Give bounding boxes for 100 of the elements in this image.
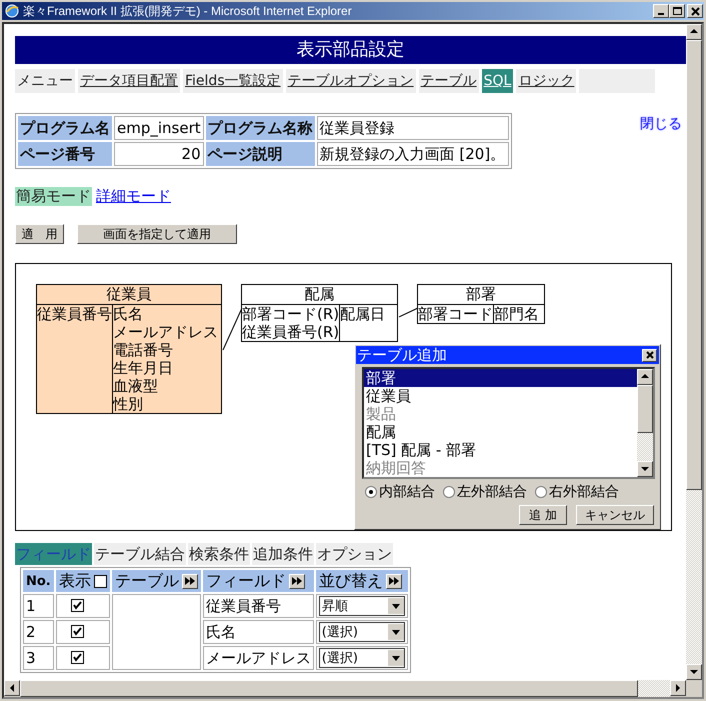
entity-title: 従業員 xyxy=(37,285,221,305)
menu-label: メニュー xyxy=(15,69,75,93)
tab[interactable]: 検索条件 xyxy=(188,543,250,565)
expand-button[interactable] xyxy=(182,574,198,589)
minimize-icon xyxy=(658,13,664,15)
table-cell: 2 xyxy=(23,620,54,644)
tab[interactable]: オプション xyxy=(316,543,393,565)
double-arrow-icon xyxy=(184,576,196,586)
scroll-thumb[interactable] xyxy=(637,385,653,433)
radio-button[interactable] xyxy=(365,486,377,498)
list-scrollbar[interactable] xyxy=(637,369,653,477)
double-arrow-icon xyxy=(290,576,303,586)
field-name: 生年月日 xyxy=(113,359,174,377)
expand-button[interactable] xyxy=(288,574,305,589)
browser-icon xyxy=(4,3,20,19)
scroll-down-button[interactable] xyxy=(637,461,653,477)
field-value: 20 xyxy=(114,142,204,166)
column-label: 並び替え xyxy=(318,570,383,590)
field-label: プログラム名 xyxy=(18,116,112,140)
close-button[interactable] xyxy=(642,348,657,362)
entity-title: 部署 xyxy=(418,285,544,305)
entity-box[interactable]: 配属 部署コード(R) 従業員番号(R) 配属日 xyxy=(241,284,398,342)
tab[interactable]: データ項目配置 xyxy=(78,69,180,93)
field-value: emp_insert xyxy=(114,116,204,140)
field-label: ページ番号 xyxy=(18,142,112,166)
table-cell: 1 xyxy=(23,594,54,618)
table-cell: 従業員番号 xyxy=(202,594,314,618)
list-item[interactable]: [TS] 配属 - 部署 xyxy=(364,441,637,459)
table-cell: 3 xyxy=(23,646,54,670)
maximize-button[interactable] xyxy=(669,4,685,18)
field-value: 新規登録の入力画面 [20]。 xyxy=(316,142,509,166)
radio-label: 左外部結合 xyxy=(457,483,527,501)
field-name: 電話番号 xyxy=(113,341,174,359)
checkbox[interactable] xyxy=(94,574,107,588)
scroll-up-button[interactable] xyxy=(686,24,702,40)
tab[interactable]: Fields一覧設定 xyxy=(183,69,283,93)
apply-button[interactable]: 画面を指定して適用 xyxy=(77,224,237,244)
column-label: フィールド xyxy=(206,570,286,590)
radio-button[interactable] xyxy=(443,486,455,498)
dialog-button[interactable]: キャンセル xyxy=(576,505,654,525)
key-field: 従業員番号(R) xyxy=(242,323,340,341)
close-link[interactable]: 閉じる xyxy=(640,115,682,133)
field-value: 従業員登録 xyxy=(316,116,509,140)
page-header: 表示部品設定 xyxy=(15,36,686,64)
list-item[interactable]: 部署 xyxy=(364,369,637,387)
dialog-button[interactable]: 追 加 xyxy=(519,505,567,525)
scrollbar-corner xyxy=(686,680,702,697)
scroll-up-button[interactable] xyxy=(637,369,653,385)
field-label: プログラム名称 xyxy=(206,116,315,140)
table-cell: 氏名 xyxy=(202,620,314,644)
scroll-down-button[interactable] xyxy=(686,664,702,680)
maximize-icon xyxy=(670,5,684,17)
down-arrow-icon xyxy=(641,465,649,473)
down-arrow-icon xyxy=(690,668,698,676)
checkmark-icon xyxy=(72,600,83,611)
mode-link[interactable]: 簡易モード xyxy=(15,187,92,206)
tab[interactable]: テーブルオプション xyxy=(286,69,416,93)
expand-button[interactable] xyxy=(386,574,402,589)
right-arrow-icon xyxy=(674,684,682,692)
close-icon xyxy=(644,350,656,360)
list-item[interactable]: 従業員 xyxy=(364,387,637,405)
sort-dropdown[interactable]: 昇順 xyxy=(318,596,405,616)
radio-label: 右外部結合 xyxy=(549,483,619,501)
field-name: 血液型 xyxy=(113,377,159,395)
left-arrow-icon xyxy=(8,684,16,692)
vertical-scrollbar[interactable] xyxy=(686,24,702,680)
key-field: 部署コード xyxy=(418,305,493,323)
list-item[interactable]: 配属 xyxy=(364,423,637,441)
scroll-left-button[interactable] xyxy=(4,680,20,696)
field-name: メールアドレス xyxy=(113,323,219,341)
window-title: 楽々Framework II 拡張(開発デモ) - Microsoft Internet Explorer xyxy=(23,2,353,20)
radio-button[interactable] xyxy=(535,486,547,498)
tab[interactable]: ロジック xyxy=(516,69,576,93)
radio-label: 内部結合 xyxy=(379,483,435,501)
sort-dropdown[interactable]: (選択) xyxy=(318,622,405,642)
apply-button[interactable]: 適 用 xyxy=(15,224,64,244)
sort-dropdown[interactable]: (選択) xyxy=(318,648,405,668)
column-label: テーブル xyxy=(114,570,179,590)
scroll-thumb[interactable] xyxy=(686,40,702,490)
scroll-right-button[interactable] xyxy=(670,680,686,696)
tab[interactable]: 追加条件 xyxy=(252,543,314,565)
tab[interactable]: テーブル結合 xyxy=(94,543,186,565)
dialog-title: テーブル追加 xyxy=(357,346,447,364)
join-line xyxy=(398,308,418,318)
column-header: No. xyxy=(23,570,54,592)
close-button[interactable] xyxy=(687,4,703,18)
down-arrow-icon xyxy=(390,602,401,610)
entity-box[interactable]: 部署 部署コード部門名 xyxy=(417,284,545,324)
checkbox[interactable] xyxy=(70,599,84,612)
minimize-button[interactable] xyxy=(653,4,669,18)
up-arrow-icon xyxy=(690,28,698,36)
field-name: 氏名 xyxy=(113,305,144,323)
mode-link[interactable]: 詳細モード xyxy=(95,187,172,206)
checkbox[interactable] xyxy=(70,651,84,664)
up-arrow-icon xyxy=(641,373,649,381)
join-line xyxy=(222,308,242,350)
down-arrow-icon xyxy=(390,628,401,636)
tab[interactable]: テーブル xyxy=(418,69,479,93)
tab[interactable]: SQL xyxy=(482,69,514,93)
checkbox[interactable] xyxy=(70,625,84,638)
